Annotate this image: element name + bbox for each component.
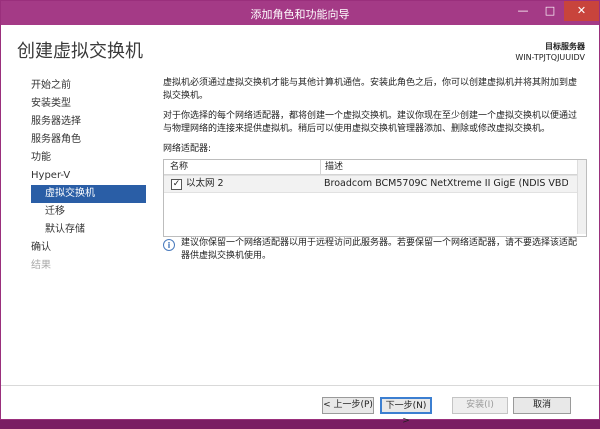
- nav-item-features[interactable]: 功能: [1, 149, 151, 167]
- target-server-name: WIN-TPJTQJUUIDV: [515, 53, 585, 62]
- footer-divider: [1, 385, 599, 386]
- adapter-name: 以太网 2: [186, 178, 224, 189]
- table-header: 名称 描述: [164, 160, 586, 175]
- table-row[interactable]: ✓ 以太网 2 Broadcom BCM5709C NetXtreme II G…: [164, 175, 586, 193]
- description-paragraph-2: 对于你选择的每个网络适配器，都将创建一个虚拟交换机。建议你现在至少创建一个虚拟交…: [163, 111, 578, 134]
- nav-item-virtual-switches[interactable]: 虚拟交换机: [31, 185, 146, 203]
- table-scrollbar[interactable]: [577, 160, 586, 234]
- description-paragraph-1: 虚拟机必须通过虚拟交换机才能与其他计算机通信。安装此角色之后，你可以创建虚拟机并…: [163, 78, 578, 101]
- next-button[interactable]: 下一步(N) >: [380, 397, 432, 426]
- nav-item-hyper-v[interactable]: Hyper-V: [1, 167, 151, 185]
- info-icon: i: [163, 239, 175, 251]
- maximize-button[interactable]: □: [537, 1, 563, 21]
- column-header-name[interactable]: 名称: [170, 160, 188, 174]
- nav-item-results: 结果: [31, 260, 51, 271]
- adapter-checkbox[interactable]: ✓: [171, 179, 182, 190]
- wizard-nav: 开始之前 安装类型 服务器选择 服务器角色 功能 Hyper-V 虚拟交换机 迁…: [1, 77, 151, 275]
- network-adapters-table: 名称 描述 ✓ 以太网 2 Broadcom BCM5709C NetXtrem…: [163, 159, 587, 237]
- adapter-description: Broadcom BCM5709C NetXtreme II GigE (NDI…: [324, 178, 568, 189]
- wizard-window: 添加角色和功能向导 — □ ✕ 创建虚拟交换机 目标服务器 WIN-TPJTQJ…: [0, 0, 600, 426]
- info-text: 建议你保留一个网络适配器以用于远程访问此服务器。若要保留一个网络适配器，请不要选…: [181, 238, 578, 261]
- cancel-button[interactable]: 取消: [513, 397, 571, 414]
- info-note: i 建议你保留一个网络适配器以用于远程访问此服务器。若要保留一个网络适配器，请不…: [163, 237, 583, 263]
- nav-item-server-roles[interactable]: 服务器角色: [1, 131, 151, 149]
- title-bar: 添加角色和功能向导 — □ ✕: [1, 1, 599, 25]
- nav-item-confirmation[interactable]: 确认: [1, 239, 151, 257]
- page-title: 创建虚拟交换机: [17, 41, 143, 62]
- target-server-label: 目标服务器: [545, 42, 585, 51]
- target-server-info: 目标服务器 WIN-TPJTQJUUIDV: [515, 41, 585, 63]
- minimize-button[interactable]: —: [510, 1, 536, 21]
- nav-item-migration[interactable]: 迁移: [1, 203, 151, 221]
- nav-item-server-selection[interactable]: 服务器选择: [1, 113, 151, 131]
- close-button[interactable]: ✕: [564, 1, 599, 21]
- nav-item-default-stores[interactable]: 默认存储: [1, 221, 151, 239]
- install-button: 安装(I): [452, 397, 508, 414]
- main-content: 虚拟机必须通过虚拟交换机才能与其他计算机通信。安装此角色之后，你可以创建虚拟机并…: [163, 77, 583, 158]
- nav-item-before-you-begin[interactable]: 开始之前: [1, 77, 151, 95]
- network-adapters-label: 网络适配器:: [163, 144, 212, 154]
- previous-button[interactable]: < 上一步(P): [322, 397, 374, 414]
- nav-item-installation-type[interactable]: 安装类型: [1, 95, 151, 113]
- column-header-description[interactable]: 描述: [320, 160, 343, 174]
